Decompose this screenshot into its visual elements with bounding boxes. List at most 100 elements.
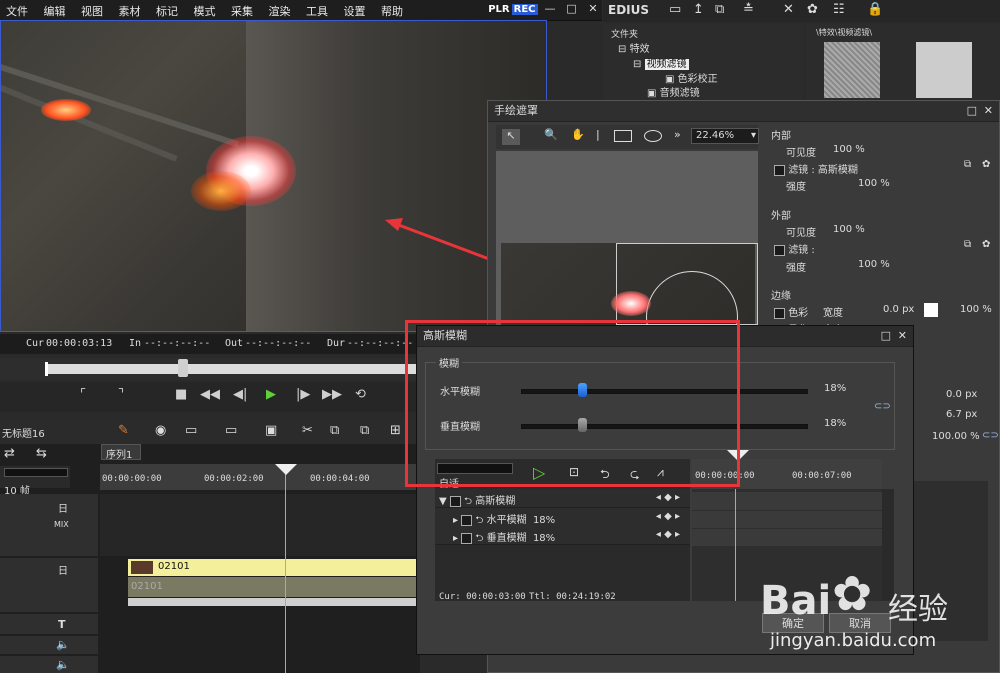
folder-icon[interactable]: ▭ [669, 2, 681, 17]
param-value[interactable]: 6.7 px [946, 409, 977, 420]
up-icon[interactable]: ↥ [693, 2, 704, 17]
speaker-icon[interactable]: 🔈 [56, 638, 70, 651]
cut-icon[interactable]: ✂ [302, 423, 313, 438]
video-track-area[interactable] [100, 494, 420, 556]
ellipse-tool-icon[interactable] [644, 130, 662, 142]
checkbox[interactable] [461, 514, 473, 526]
maximize-icon[interactable]: □ [967, 101, 977, 121]
new-icon[interactable]: ▭ [185, 423, 197, 438]
settings-icon[interactable]: ⧉ [964, 239, 971, 250]
menu-clip[interactable]: 素材 [113, 0, 147, 19]
in-point-marker[interactable] [45, 362, 48, 376]
kf-nav-icons[interactable]: ◂ ◆ ▸ [656, 529, 680, 540]
add-icon[interactable]: ≛ [743, 2, 754, 17]
timeline-ruler[interactable]: 00:00:00:00 00:00:02:00 00:00:04:00 [100, 464, 420, 490]
line-tool-icon[interactable]: | [596, 128, 600, 141]
inner-filter-checkbox[interactable] [774, 164, 785, 176]
horizontal-blur-value[interactable]: 18% [824, 383, 846, 394]
close-button[interactable]: ✕ [584, 2, 602, 17]
menu-help[interactable]: 帮助 [375, 0, 409, 19]
video-clip[interactable]: 02101 [128, 559, 420, 576]
tree-item-effects[interactable]: ⊟ 特效 [618, 40, 650, 55]
kf-row-vertical[interactable]: ▸ ⮌ 垂直模糊 18% ◂ ◆ ▸ [435, 526, 690, 545]
track-header-va[interactable]: 日 [0, 558, 98, 612]
zoom-select[interactable]: 22.46% ▾ [691, 128, 759, 144]
more-tools-icon[interactable]: » [674, 128, 681, 141]
outer-filter-checkbox[interactable] [774, 244, 785, 256]
step-forward-icon[interactable]: |▶ [296, 387, 310, 407]
close-icon[interactable]: ✕ [984, 101, 993, 121]
sync-icon[interactable]: ⇆ [36, 446, 47, 461]
tree-item-video-filters[interactable]: ⊟ 视频滤镜 [633, 55, 689, 70]
open-icon[interactable]: ▭ [225, 423, 237, 438]
menu-view[interactable]: 视图 [75, 0, 109, 19]
checkbox[interactable] [449, 495, 461, 507]
lock-icon[interactable]: 🔒 [867, 2, 883, 17]
kf-nav-icons[interactable]: ◂ ◆ ▸ [656, 511, 680, 522]
param-value[interactable]: 100.00 % [932, 431, 980, 442]
tab-sequence[interactable]: 序列1 [101, 444, 141, 461]
copy-icon[interactable]: ⧉ [330, 423, 339, 438]
stop-icon[interactable]: ■ [175, 387, 187, 407]
edge-color-swatch[interactable] [924, 303, 938, 317]
kf-row-gaussian[interactable]: ▼ ⮌ 高斯模糊 ◂ ◆ ▸ [435, 489, 690, 508]
menu-edit[interactable]: 编辑 [38, 0, 72, 19]
menu-file[interactable]: 文件 [0, 0, 34, 19]
restore-button[interactable]: □ [563, 2, 581, 17]
effect-icon[interactable]: ✿ [982, 239, 990, 250]
minimize-button[interactable]: — [541, 2, 559, 17]
tool-icon[interactable]: ✎ [118, 423, 129, 438]
outer-visibility-value[interactable]: 100 % [833, 224, 865, 235]
tree-item-color-correction[interactable]: ▣ 色彩校正 [665, 70, 718, 85]
insert-icon[interactable]: ⊞ [390, 423, 401, 438]
effect-thumbnail-noise[interactable] [824, 42, 880, 98]
camera-icon[interactable]: ◉ [155, 423, 166, 438]
close-icon[interactable]: ✕ [898, 326, 907, 346]
vertical-blur-value[interactable]: 18% [824, 418, 846, 429]
paste-icon[interactable]: ⧉ [360, 423, 369, 438]
chevron-down-icon[interactable]: ▾ [751, 130, 756, 141]
set-out-icon[interactable]: ⌝ [118, 387, 124, 407]
set-in-icon[interactable]: ⌜ [80, 387, 86, 407]
edge-width-value[interactable]: 0.0 px [883, 304, 914, 315]
plr-badge[interactable]: PLR [486, 4, 511, 15]
param-value[interactable]: 0.0 px [946, 389, 977, 400]
effect-icon[interactable]: ✿ [807, 2, 818, 17]
zoom-tool-icon[interactable]: 🔍 [544, 128, 558, 141]
edge-color-checkbox[interactable] [774, 307, 785, 319]
checkbox[interactable] [461, 532, 473, 544]
inner-visibility-value[interactable]: 100 % [833, 144, 865, 155]
menu-render[interactable]: 渲染 [263, 0, 297, 19]
view-icon[interactable]: ☷ [833, 2, 845, 17]
pointer-tool-icon[interactable]: ↖ [502, 129, 520, 145]
playhead-marker[interactable] [275, 464, 297, 475]
timeline-cursor[interactable] [285, 468, 286, 673]
effect-thumbnail-shape[interactable] [916, 42, 972, 98]
menu-mode[interactable]: 模式 [188, 0, 222, 19]
play-icon[interactable]: ▶ [266, 387, 276, 407]
tree-item-audio-filters[interactable]: ▣ 音频滤镜 [647, 84, 700, 99]
zoom-control[interactable]: 10 帧 [0, 466, 70, 497]
link-icon[interactable]: ⊂⊃ [874, 401, 891, 412]
inner-strength-value[interactable]: 100 % [858, 178, 890, 189]
maximize-icon[interactable]: □ [881, 326, 891, 346]
hand-tool-icon[interactable]: ✋ [571, 128, 585, 141]
fast-forward-icon[interactable]: ▶▶ [322, 387, 342, 407]
step-back-icon[interactable]: ◀| [233, 387, 247, 407]
menu-tools[interactable]: 工具 [300, 0, 334, 19]
edge-color-percent[interactable]: 100 % [960, 304, 992, 315]
rectangle-tool-icon[interactable] [614, 130, 632, 142]
speaker-icon[interactable]: 🔈 [56, 658, 70, 671]
kf-nav-icons[interactable]: ◂ ◆ ▸ [656, 492, 680, 503]
playhead-handle[interactable] [178, 359, 188, 377]
copy-icon[interactable]: ⧉ [715, 2, 724, 17]
settings-icon[interactable]: ⧉ [964, 159, 971, 170]
zoom-slider[interactable] [4, 468, 68, 477]
audio-clip[interactable]: 02101 [128, 577, 420, 597]
link-icon[interactable]: ⊂⊃ [982, 430, 999, 441]
track-header-title[interactable]: T [0, 614, 98, 634]
track-header-audio1[interactable]: 🔈 [0, 636, 98, 654]
delete-icon[interactable]: ✕ [783, 2, 794, 17]
menu-capture[interactable]: 采集 [225, 0, 259, 19]
effect-icon[interactable]: ✿ [982, 159, 990, 170]
